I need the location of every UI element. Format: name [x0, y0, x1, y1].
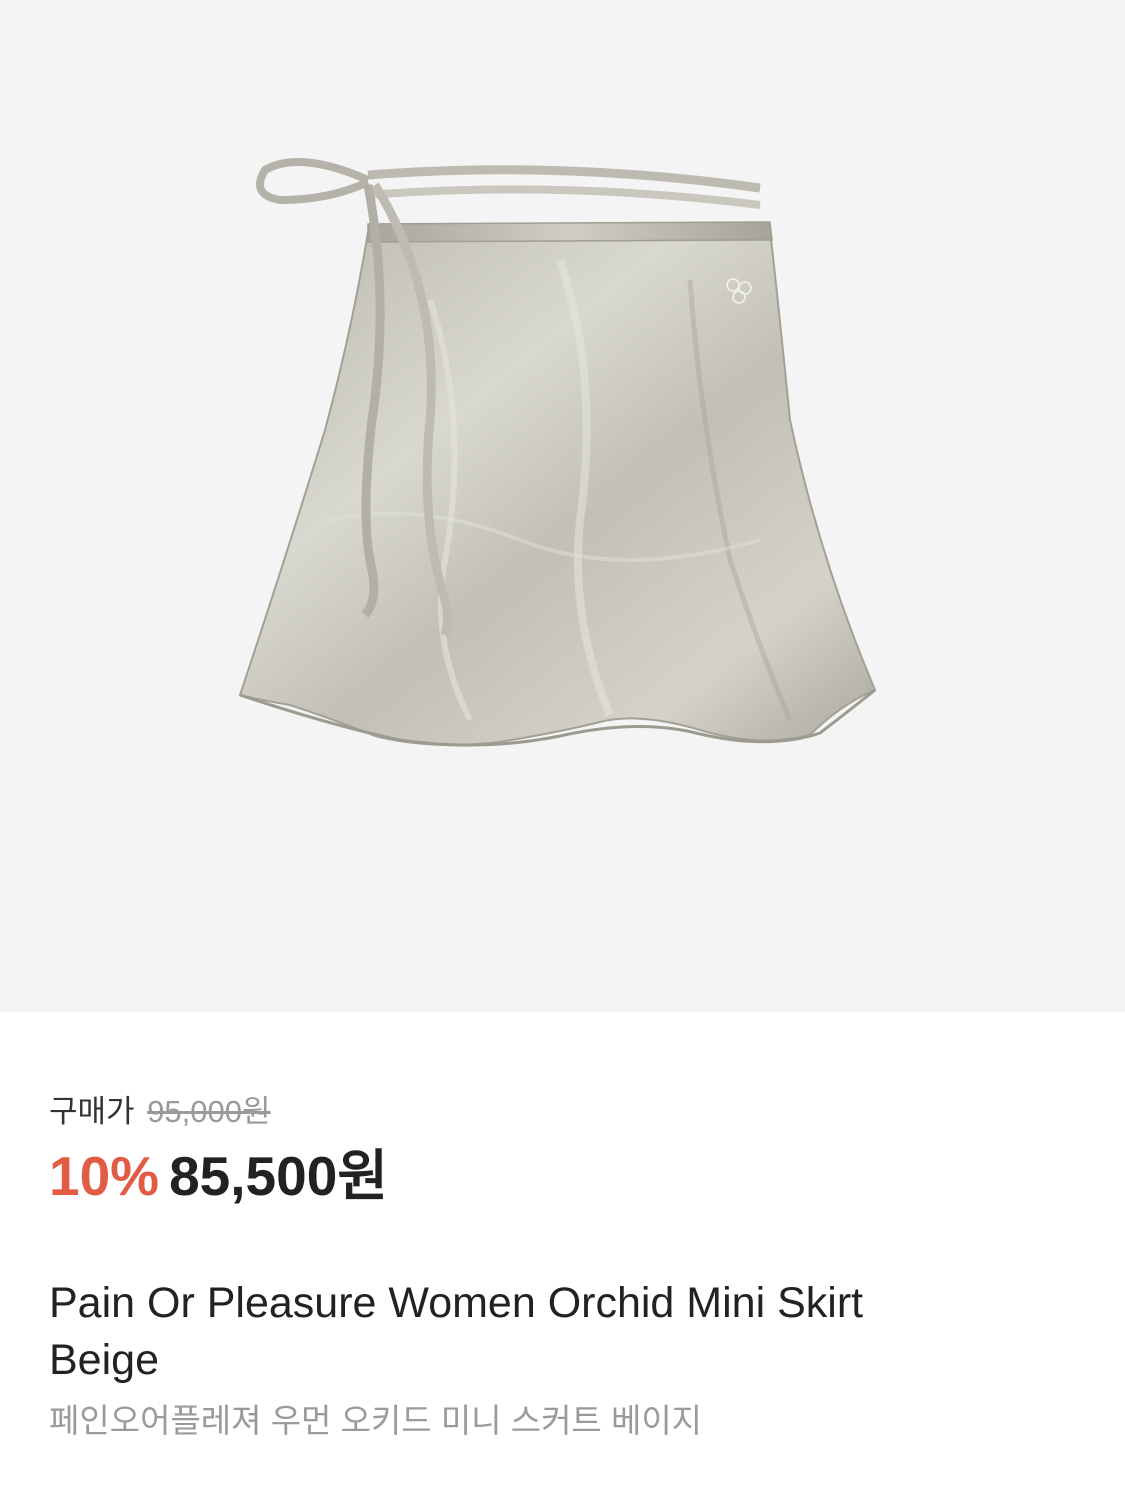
product-title-korean: 페인오어플레져 우먼 오키드 미니 스커트 베이지: [49, 1402, 703, 1439]
skirt-illustration: [238, 158, 877, 747]
price-label: 구매가: [49, 1094, 135, 1129]
product-image[interactable]: [0, 0, 1125, 1012]
sale-price: 85,500원: [169, 1145, 388, 1207]
original-price-row: 구매가 95,000원: [49, 1086, 271, 1131]
original-price: 95,000원: [147, 1094, 271, 1129]
sale-price-row: 10% 85,500원: [49, 1142, 388, 1210]
discount-rate: 10%: [49, 1145, 160, 1207]
product-title: Pain Or Pleasure Women Orchid Mini Skirt…: [49, 1279, 864, 1384]
